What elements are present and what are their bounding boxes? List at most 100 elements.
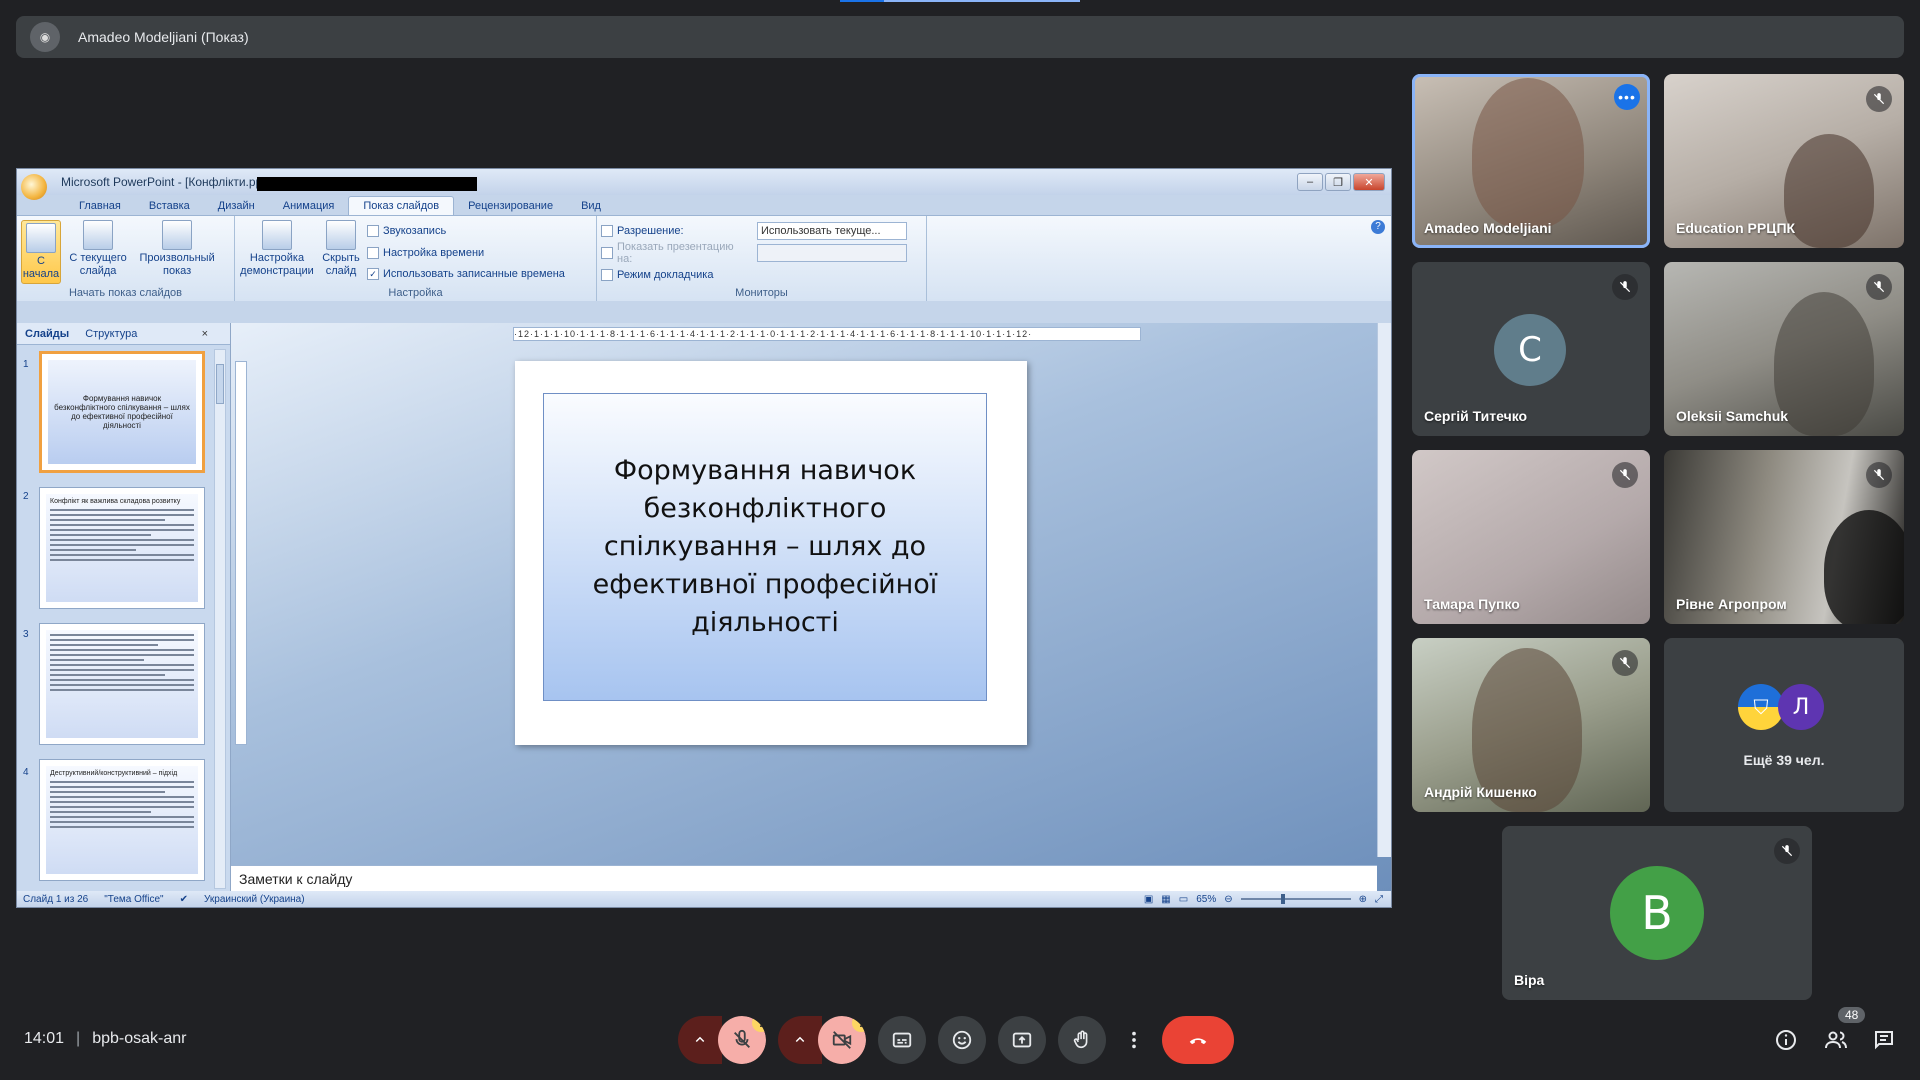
meeting-info: 14:01 | bpb-osak-anr	[24, 1030, 186, 1048]
slide-thumbnail-4[interactable]: Деструктивний/конструктивний – підхід	[39, 759, 205, 881]
show-on-label: Показать презентацию на:	[617, 241, 734, 265]
participant-tile[interactable]: B Віра	[1502, 826, 1812, 1000]
reactions-button[interactable]	[938, 1016, 986, 1064]
participant-tile[interactable]: C Сергій Титечко	[1412, 262, 1650, 436]
mic-off-icon	[734, 1029, 750, 1048]
tab-home[interactable]: Главная	[65, 197, 135, 215]
tab-animation[interactable]: Анимация	[269, 197, 349, 215]
tab-design[interactable]: Дизайн	[204, 197, 269, 215]
resolution-label: Разрешение:	[617, 225, 684, 237]
chat-button[interactable]	[1864, 1020, 1904, 1060]
zoom-out-icon[interactable]: ⊖	[1224, 894, 1232, 905]
group-setup: Настройка демонстрации Скрыть слайд Звук…	[235, 216, 597, 301]
captions-button[interactable]	[878, 1016, 926, 1064]
group-start-title: Начать показ слайдов	[68, 287, 183, 299]
slideshow-view-icon[interactable]: ▭	[1179, 894, 1188, 905]
presenter-bar: ◉ Amadeo Modeljiani (Показ)	[16, 16, 1904, 58]
audio-options-button[interactable]	[678, 1016, 722, 1064]
tab-view[interactable]: Вид	[567, 197, 615, 215]
resolution-dropdown[interactable]: Использовать текуще...	[757, 222, 907, 240]
sorter-view-icon[interactable]: ▦	[1161, 894, 1170, 905]
current-slide[interactable]: Формування навичок безконфліктного спілк…	[515, 361, 1027, 745]
meeting-time: 14:01	[24, 1030, 65, 1047]
slideshow-current-icon	[83, 220, 114, 250]
tab-review[interactable]: Рецензирование	[454, 197, 567, 215]
video-options-button[interactable]	[778, 1016, 822, 1064]
notes-field[interactable]: Заметки к слайду	[231, 865, 1377, 891]
custom-show-button[interactable]: Произвольный показ	[135, 220, 219, 278]
participant-name: Amadeo Modeljiani	[1424, 220, 1552, 236]
separator: |	[76, 1030, 81, 1047]
ribbon: С начала С текущего слайда Произвольный …	[17, 215, 1391, 301]
avatar: C	[1494, 314, 1566, 386]
participant-tile[interactable]: ••• Amadeo Modeljiani	[1412, 74, 1650, 248]
captions-icon	[892, 1032, 912, 1048]
editor-scrollbar[interactable]	[1377, 323, 1391, 857]
participant-tile[interactable]: Рівне Агропром	[1664, 450, 1904, 624]
slide-counter: Слайд 1 из 26	[23, 893, 89, 905]
zoom-slider[interactable]	[1240, 894, 1351, 904]
mic-off-icon	[1612, 274, 1638, 300]
slides-scrollbar[interactable]	[214, 349, 226, 889]
tab-outline[interactable]: Структура	[77, 328, 145, 340]
zoom-in-icon[interactable]: ⊕	[1359, 894, 1367, 905]
tab-insert[interactable]: Вставка	[135, 197, 204, 215]
language[interactable]: Украинский (Украина)	[204, 894, 305, 905]
rehearse-timings-button[interactable]: Настройка времени	[367, 242, 565, 264]
minimize-button[interactable]: –	[1297, 173, 1323, 191]
people-button[interactable]	[1816, 1020, 1856, 1060]
call-controls: ! !	[678, 1016, 1234, 1064]
use-timings-checkbox[interactable]: ✓ Использовать записанные времена	[367, 263, 565, 285]
record-label: Звукозапись	[383, 224, 447, 237]
participant-name: Андрій Кишенко	[1424, 784, 1537, 800]
slide-title[interactable]: Формування навичок безконфліктного спілк…	[543, 393, 987, 701]
avatar-initial: Л	[1792, 694, 1810, 720]
participant-name: Education РРЦПК	[1676, 220, 1796, 236]
ribbon-tabs: Главная Вставка Дизайн Анимация Показ сл…	[17, 195, 1391, 215]
others-tile[interactable]: ⛉ Л Ещё 39 чел.	[1664, 638, 1904, 812]
spellcheck-icon[interactable]: ✔	[180, 894, 188, 905]
more-options-icon[interactable]: •••	[1614, 84, 1640, 110]
fit-window-icon[interactable]: ⤢	[1375, 894, 1383, 905]
more-vert-icon	[1132, 1031, 1136, 1049]
timing-label: Настройка времени	[383, 246, 485, 259]
participant-tile[interactable]: Андрій Кишенко	[1412, 638, 1650, 812]
participant-tile[interactable]: Oleksii Samchuk	[1664, 262, 1904, 436]
slide-thumbnail-1[interactable]: Формування навичок безконфліктного спілк…	[39, 351, 205, 473]
more-options-button[interactable]	[1118, 1016, 1150, 1064]
checkbox-icon	[601, 269, 613, 281]
mic-control: !	[678, 1016, 766, 1064]
from-start-button[interactable]: С начала	[21, 220, 61, 284]
meeting-details-button[interactable]	[1766, 1020, 1806, 1060]
record-narration-button[interactable]: Звукозапись	[367, 220, 565, 242]
presenter-view-checkbox[interactable]: Режим докладчика	[601, 264, 922, 286]
participant-tile[interactable]: Education РРЦПК	[1664, 74, 1904, 248]
tab-slideshow[interactable]: Показ слайдов	[348, 196, 455, 215]
slide-thumbnail-3[interactable]	[39, 623, 205, 745]
participant-tile[interactable]: Тамара Пупко	[1412, 450, 1650, 624]
tab-slides[interactable]: Слайды	[17, 328, 77, 340]
thumb-title: Деструктивний/конструктивний – підхід	[50, 770, 178, 777]
help-icon[interactable]: ?	[1371, 220, 1385, 234]
setup-show-button[interactable]: Настройка демонстрации	[239, 220, 315, 285]
restore-button[interactable]: ❐	[1325, 173, 1351, 191]
normal-view-icon[interactable]: ▣	[1144, 894, 1153, 905]
slide-thumbnail-2[interactable]: Конфлікт як важлива складова розвитку	[39, 487, 205, 609]
from-current-button[interactable]: С текущего слайда	[68, 220, 128, 278]
leave-call-button[interactable]	[1162, 1016, 1234, 1064]
chat-icon	[1875, 1031, 1893, 1050]
close-button[interactable]: ✕	[1353, 173, 1385, 191]
mic-off-icon	[1612, 650, 1638, 676]
participant-name: Віра	[1514, 972, 1545, 988]
office-button[interactable]	[21, 174, 47, 200]
zoom-level[interactable]: 65%	[1196, 894, 1216, 905]
warning-badge: !	[852, 1016, 866, 1032]
emoji-icon	[952, 1030, 972, 1050]
others-count: Ещё 39 чел.	[1743, 752, 1825, 768]
raise-hand-button[interactable]	[1058, 1016, 1106, 1064]
hide-slide-button[interactable]: Скрыть слайд	[319, 220, 363, 285]
ppt-titlebar: Microsoft PowerPoint - [Конфлікти.ppt [Р…	[17, 169, 1391, 200]
close-pane-icon[interactable]: ×	[194, 328, 230, 340]
present-button[interactable]	[998, 1016, 1046, 1064]
thumb-title: Конфлікт як важлива складова розвитку	[50, 498, 181, 505]
